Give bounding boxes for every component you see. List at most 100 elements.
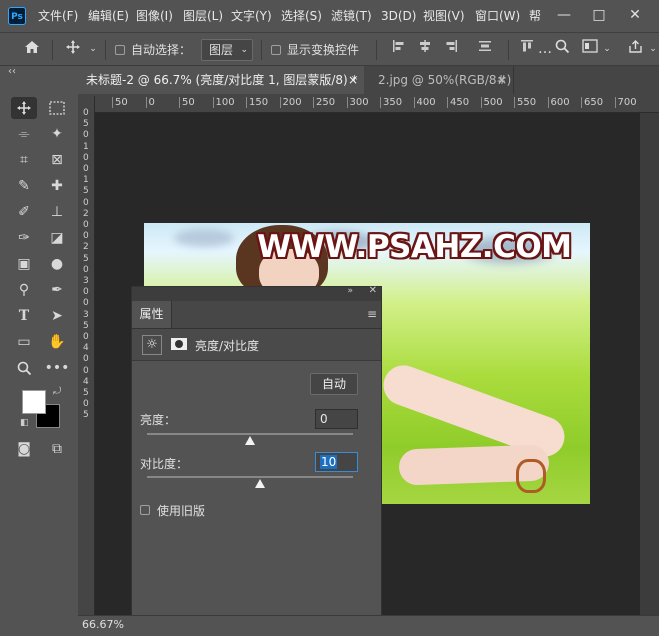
close-panel-icon[interactable]: ✕ [369,285,377,296]
ruler-tick-label: 0 [83,365,89,376]
close-tab-icon[interactable]: × [348,66,358,94]
align-right-icon[interactable] [442,39,460,59]
frame-tool-icon[interactable]: ⊠ [44,149,70,171]
menu-file[interactable]: 文件(F) [38,0,78,32]
zoom-level[interactable]: 66.67% [82,618,124,631]
ruler-tick-label: 400 [413,97,436,108]
path-selection-tool-icon[interactable]: ➤ [44,305,70,327]
stamp-tool-icon[interactable]: ⊥ [44,201,70,223]
menu-edit[interactable]: 编辑(E) [88,0,129,32]
contrast-slider-thumb[interactable] [255,479,266,488]
move-tool-icon[interactable] [11,97,37,119]
close-tab-icon[interactable]: × [497,66,507,94]
healing-brush-tool-icon[interactable]: ✚ [44,175,70,197]
more-options-icon[interactable]: … [538,39,552,59]
tab-document-2[interactable]: 2.jpg @ 50%(RGB/8#) × [370,66,514,94]
menu-select[interactable]: 选择(S) [281,0,322,32]
adjustment-header: ☼ 亮度/对比度 [132,329,381,361]
ruler-tick-label: 2 [83,208,89,219]
distribute-icon[interactable] [476,39,494,59]
maximize-button[interactable]: □ [584,0,614,32]
contrast-slider-track[interactable] [147,476,353,478]
home-icon[interactable] [22,39,42,59]
chevron-down-icon[interactable]: ⌄ [647,39,659,59]
ruler-tick-label: 4 [83,376,89,387]
ruler-tick-label: 0 [83,130,89,141]
brightness-label: 亮度： [140,413,177,427]
ruler-tick-label: 350 [380,97,402,108]
minimize-button[interactable]: — [549,0,579,32]
pen-tool-icon[interactable]: ✒ [44,279,70,301]
menu-view[interactable]: 视图(V) [423,0,465,32]
contrast-input[interactable]: 10 [315,452,358,472]
gradient-tool-icon[interactable]: ▣ [11,253,37,275]
marquee-tool-icon[interactable] [44,97,70,119]
history-brush-tool-icon[interactable]: ✑ [11,227,37,249]
auto-select-dropdown[interactable]: 图层 ⌄ [201,39,253,61]
eraser-tool-icon[interactable]: ◪ [44,227,70,249]
brightness-adjustment-icon[interactable]: ☼ [142,335,162,355]
swap-colors-icon[interactable]: ⤾ [53,386,61,397]
panel-menu-icon[interactable]: ≡ [367,307,377,321]
ruler-tick-label: 0 [83,152,89,163]
ruler-tick-label: 600 [547,97,570,108]
brush-tool-icon[interactable]: ✐ [11,201,37,223]
brightness-input[interactable]: 0 [315,409,358,429]
menu-type[interactable]: 文字(Y) [231,0,272,32]
share-icon[interactable] [626,39,644,59]
contrast-value: 10 [320,455,338,469]
menu-window[interactable]: 窗口(W) [475,0,520,32]
foreground-color-swatch[interactable] [22,390,46,414]
eyedropper-tool-icon[interactable]: ✎ [11,175,37,197]
auto-button[interactable]: 自动 [310,373,358,395]
ruler-tick-label: 200 [279,97,302,108]
more-tools-icon[interactable]: ••• [44,357,70,379]
blur-tool-icon[interactable]: ● [44,253,70,275]
align-left-icon[interactable] [390,39,408,59]
tab-document-1[interactable]: 未标题-2 @ 66.7% (亮度/对比度 1, 图层蒙版/8) * × [78,66,364,94]
separator [105,40,106,60]
hand-tool-icon[interactable]: ✋ [44,331,70,353]
move-tool-icon[interactable] [62,39,84,59]
dodge-tool-icon[interactable]: ⚲ [11,279,37,301]
align-center-icon[interactable] [416,39,434,59]
quick-mask-icon[interactable]: ◙ [11,438,37,460]
ruler-tick-label: 0 [83,231,89,242]
ruler-tick-label: 5 [83,320,89,331]
tab-label: 未标题-2 @ 66.7% (亮度/对比度 1, 图层蒙版/8) * [86,73,358,87]
rectangle-tool-icon[interactable]: ▭ [11,331,37,353]
show-transform-checkbox[interactable] [271,45,281,55]
collapse-panel-icon[interactable]: ‹‹ [8,66,16,77]
ruler-tick-label: 5 [83,119,89,130]
use-legacy-checkbox[interactable] [140,505,150,515]
menu-layer[interactable]: 图层(L) [183,0,223,32]
type-tool-icon[interactable]: T [11,305,37,327]
close-window-button[interactable]: ✕ [620,0,650,32]
chevron-down-icon[interactable]: ⌄ [87,39,99,59]
layer-mask-icon[interactable] [170,335,188,353]
auto-select-checkbox[interactable] [115,45,125,55]
lasso-tool-icon[interactable]: ⌯ [11,123,37,145]
document-tabs: 未标题-2 @ 66.7% (亮度/对比度 1, 图层蒙版/8) * × 2.j… [78,66,659,96]
crop-tool-icon[interactable]: ⌗ [11,149,37,171]
menu-3d[interactable]: 3D(D) [381,0,416,32]
menu-bar: Ps 文件(F) 编辑(E) 图像(I) 图层(L) 文字(Y) 选择(S) 滤… [0,0,659,32]
brightness-slider-track[interactable] [147,433,353,435]
collapse-panel-icon[interactable]: » [347,286,353,296]
magic-wand-tool-icon[interactable]: ✦ [44,123,70,145]
search-icon[interactable] [553,39,571,59]
properties-panel: » ✕ 属性 ≡ ☼ 亮度/对比度 自动 亮度： 0 对比度： 10 使用旧版 [131,285,382,636]
default-colors-icon[interactable]: ◧ [20,418,29,428]
align-top-icon[interactable] [518,39,536,59]
menu-help[interactable]: 帮 [529,0,541,32]
zoom-tool-icon[interactable] [11,357,37,379]
auto-select-value: 图层 [209,43,234,57]
separator [52,40,53,60]
workspace-icon[interactable] [580,39,600,59]
screen-mode-icon[interactable]: ⧉ [44,438,70,460]
brightness-slider-thumb[interactable] [245,436,255,445]
menu-image[interactable]: 图像(I) [136,0,173,32]
tab-properties[interactable]: 属性 [132,301,172,328]
menu-filter[interactable]: 滤镜(T) [331,0,372,32]
chevron-down-icon[interactable]: ⌄ [602,39,612,59]
